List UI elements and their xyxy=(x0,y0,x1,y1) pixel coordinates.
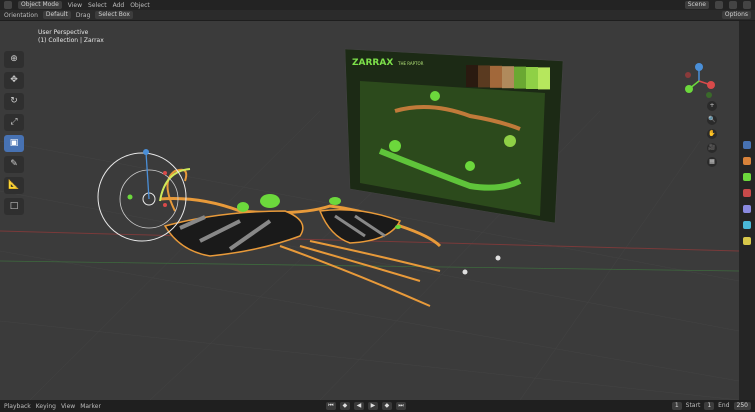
pan-icon[interactable]: ✋ xyxy=(707,129,717,139)
overlay-icon[interactable] xyxy=(715,1,723,9)
viewport-scene: ZARRAX THE RAPTOR xyxy=(0,48,739,400)
menu-view[interactable]: View xyxy=(68,2,82,9)
poster-title: ZARRAX xyxy=(352,58,393,68)
swatch-6 xyxy=(538,67,550,90)
marker-menu[interactable]: Marker xyxy=(80,403,101,410)
tool-cursor-icon[interactable]: ⊕ xyxy=(4,51,24,68)
tool-annotate-icon[interactable]: ✎ xyxy=(4,156,24,173)
play-icon[interactable]: ▶ xyxy=(367,402,378,410)
menu-select[interactable]: Select xyxy=(88,2,107,9)
drag-dropdown[interactable]: Select Box xyxy=(95,11,133,19)
data-tab-icon[interactable] xyxy=(743,221,751,229)
poster-subtitle: THE RAPTOR xyxy=(397,61,424,66)
camera-icon[interactable]: 🎥 xyxy=(707,143,717,153)
tool-move-icon[interactable]: ✥ xyxy=(4,72,24,89)
tool-transform-icon[interactable]: ▣ xyxy=(4,135,24,152)
tool-tab-icon[interactable] xyxy=(743,157,751,165)
viewport-perspective-label: User Perspective xyxy=(38,29,89,36)
swatch-3 xyxy=(502,66,514,89)
editor-type-icon[interactable] xyxy=(4,1,12,9)
object-mode-dropdown[interactable]: Object Mode xyxy=(18,1,62,9)
orientation-label: Orientation xyxy=(4,11,38,19)
current-frame-field[interactable]: 1 xyxy=(671,402,682,410)
reference-poster[interactable]: ZARRAX THE RAPTOR xyxy=(344,48,564,224)
swatch-0 xyxy=(466,65,478,87)
start-label: Start xyxy=(685,402,701,409)
view-tab-icon[interactable] xyxy=(743,173,751,181)
viewport-nav-buttons: + 🔍 ✋ 🎥 ▦ xyxy=(707,101,717,167)
sidebar-tab-strip xyxy=(739,21,755,400)
playback-controls: ⏮ ◆ ◀ ▶ ◆ ⏭ xyxy=(325,402,406,410)
modifier-tab-icon[interactable] xyxy=(743,205,751,213)
playback-menu[interactable]: Playback xyxy=(4,403,31,410)
menu-add[interactable]: Add xyxy=(113,2,125,9)
grid-view-icon[interactable]: ▦ xyxy=(707,157,717,167)
options-dropdown[interactable]: Options xyxy=(721,11,751,19)
object-tab-icon[interactable] xyxy=(743,189,751,197)
tool-measure-icon[interactable]: 📐 xyxy=(4,177,24,194)
jump-start-icon[interactable]: ⏮ xyxy=(325,402,336,410)
render-icon[interactable] xyxy=(743,1,751,9)
swatch-1 xyxy=(478,65,490,88)
end-frame-field[interactable]: 250 xyxy=(733,402,751,410)
zoom-region-icon[interactable]: 🔍 xyxy=(707,115,717,125)
item-tab-icon[interactable] xyxy=(743,141,751,149)
frame-range: 1 Start 1 End 250 xyxy=(671,402,751,410)
tool-rotate-icon[interactable]: ↻ xyxy=(4,93,24,110)
material-tab-icon[interactable] xyxy=(743,237,751,245)
z-axis-icon[interactable] xyxy=(695,63,703,71)
keying-menu[interactable]: Keying xyxy=(36,403,56,410)
prev-key-icon[interactable]: ◆ xyxy=(339,402,350,410)
tool-settings-header: Orientation Default Drag Select Box Opti… xyxy=(0,10,755,21)
x-axis-icon[interactable] xyxy=(707,81,715,89)
drag-label: Drag xyxy=(75,11,91,19)
y-axis-icon[interactable] xyxy=(685,85,693,93)
viewport-collection-label: (1) Collection | Zarrax xyxy=(38,37,104,44)
poster-color-swatches xyxy=(466,65,550,90)
3d-viewport[interactable]: ZARRAX THE RAPTOR User Perspective (1) C… xyxy=(0,21,739,400)
end-label: End xyxy=(718,402,730,409)
top-header: Object Mode View Select Add Object Scene xyxy=(0,0,755,10)
shading-icon[interactable] xyxy=(729,1,737,9)
jump-end-icon[interactable]: ⏭ xyxy=(395,402,406,410)
swatch-2 xyxy=(490,65,502,88)
navigation-gizmo[interactable] xyxy=(681,61,717,101)
next-key-icon[interactable]: ◆ xyxy=(381,402,392,410)
tool-scale-icon[interactable]: ⤢ xyxy=(4,114,24,131)
timeline-view-menu[interactable]: View xyxy=(61,403,75,410)
orientation-dropdown[interactable]: Default xyxy=(42,11,71,19)
start-frame-field[interactable]: 1 xyxy=(704,402,715,410)
timeline-header: Playback Keying View Marker ⏮ ◆ ◀ ▶ ◆ ⏭ … xyxy=(0,400,755,412)
menu-object[interactable]: Object xyxy=(130,2,150,9)
tool-shelf: ⊕ ✥ ↻ ⤢ ▣ ✎ 📐 □ xyxy=(4,51,26,215)
scene-selector[interactable]: Scene xyxy=(684,1,709,9)
swatch-5 xyxy=(526,67,538,89)
swatch-4 xyxy=(514,66,526,89)
play-reverse-icon[interactable]: ◀ xyxy=(353,402,364,410)
zoom-icon[interactable]: + xyxy=(707,101,717,111)
tool-add-cube-icon[interactable]: □ xyxy=(4,198,24,215)
